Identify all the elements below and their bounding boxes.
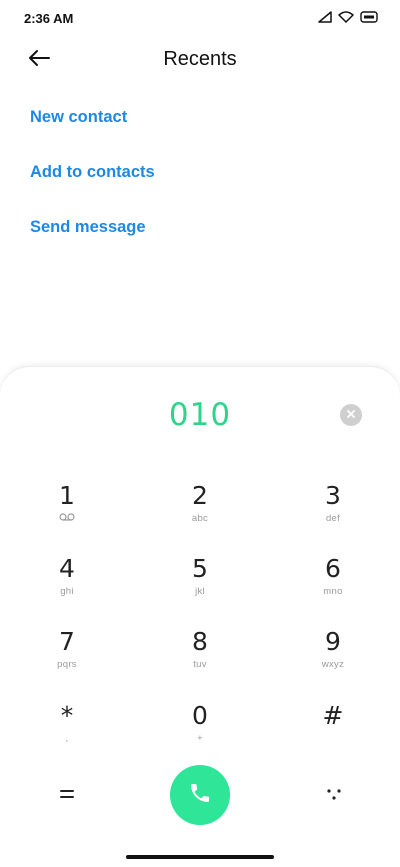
key-digit: 6	[325, 554, 341, 583]
key-letters: ,	[65, 733, 69, 744]
key-digit: #	[322, 701, 344, 730]
key-letters: jkl	[195, 586, 205, 597]
key-digit: 2	[192, 481, 208, 510]
more-options-button[interactable]	[314, 781, 354, 811]
key-3[interactable]: 3 def	[288, 481, 378, 537]
voicemail-icon	[59, 513, 75, 524]
key-letters: wxyz	[321, 659, 345, 670]
clear-button[interactable]	[340, 404, 362, 426]
key-digit: 0	[192, 701, 208, 730]
status-icons	[318, 10, 378, 28]
clear-icon	[346, 406, 356, 424]
call-button[interactable]	[170, 765, 230, 825]
key-digit: 4	[59, 554, 75, 583]
key-star[interactable]: * ,	[22, 701, 112, 757]
dots-icon	[326, 787, 342, 806]
key-letters: tuv	[193, 659, 207, 670]
new-contact-link[interactable]: New contact	[30, 108, 127, 127]
home-indicator[interactable]	[126, 855, 274, 859]
signal-icon	[318, 10, 332, 28]
key-digit: 9	[325, 627, 341, 656]
key-letters: mno	[323, 586, 343, 597]
header: Recents	[0, 36, 400, 86]
dialer-panel: 010 1 2 abc 3 def 4 ghi 5 jkl 6 mno 7 pq…	[0, 366, 400, 867]
menu-equals-icon	[59, 787, 75, 805]
key-letters: def	[325, 513, 341, 524]
key-digit: 1	[59, 481, 75, 510]
key-0[interactable]: 0 +	[155, 701, 245, 757]
key-2[interactable]: 2 abc	[155, 481, 245, 537]
key-digit: *	[60, 701, 74, 730]
key-letters: ghi	[60, 586, 74, 597]
key-digit: 7	[59, 627, 75, 656]
key-9[interactable]: 9 wxyz	[288, 627, 378, 683]
key-letters: abc	[191, 513, 209, 524]
send-message-link[interactable]: Send message	[30, 218, 146, 237]
page-title: Recents	[163, 48, 237, 70]
key-7[interactable]: 7 pqrs	[22, 627, 112, 683]
key-digit: 3	[325, 481, 341, 510]
key-6[interactable]: 6 mno	[288, 554, 378, 610]
dialpad-menu-button[interactable]	[47, 781, 87, 811]
key-4[interactable]: 4 ghi	[22, 554, 112, 610]
key-digit: 5	[192, 554, 208, 583]
key-8[interactable]: 8 tuv	[155, 627, 245, 683]
key-5[interactable]: 5 jkl	[155, 554, 245, 610]
status-bar: 2:36 AM	[0, 0, 400, 36]
status-time: 2:36 AM	[24, 11, 74, 26]
wifi-icon	[338, 10, 354, 28]
key-digit: 8	[192, 627, 208, 656]
key-hash[interactable]: #	[288, 701, 378, 757]
phone-icon	[188, 781, 212, 810]
battery-icon	[360, 10, 378, 28]
add-to-contacts-link[interactable]: Add to contacts	[30, 163, 155, 182]
key-1[interactable]: 1	[22, 481, 112, 537]
key-letters: +	[197, 733, 203, 744]
key-letters: pqrs	[57, 659, 77, 670]
